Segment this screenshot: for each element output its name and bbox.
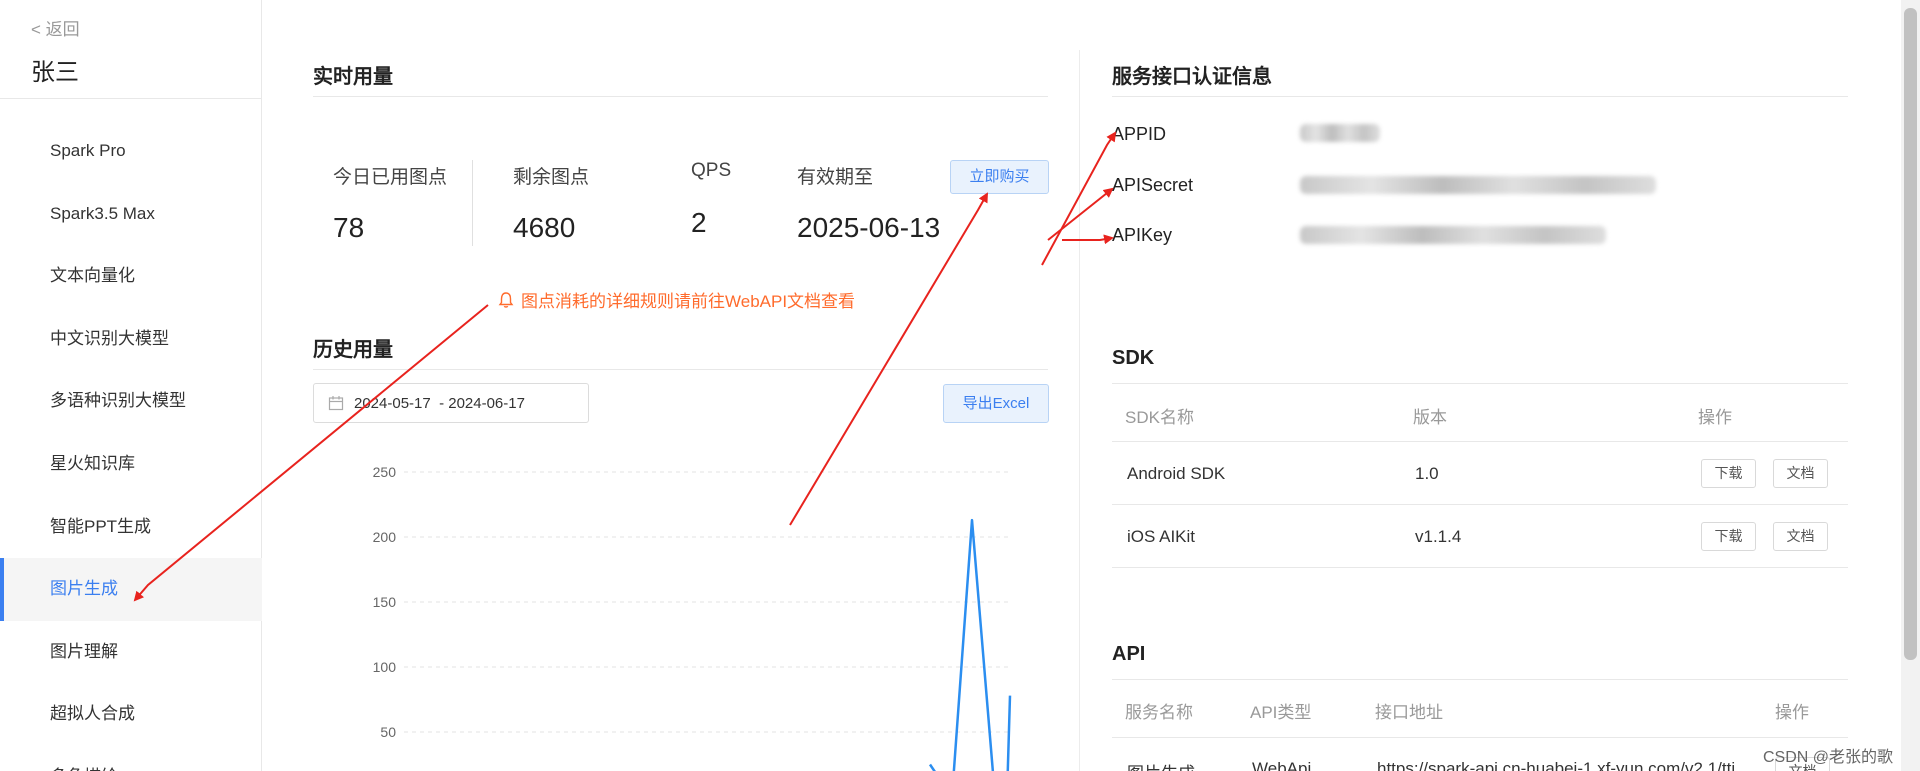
annotation-arrow-apisecret bbox=[1047, 187, 1114, 241]
api-header-divider bbox=[1112, 737, 1848, 738]
sidebar-item-spark-pro[interactable]: Spark Pro bbox=[0, 120, 262, 183]
sidebar-item-chinese-asr[interactable]: 中文识别大模型 bbox=[0, 308, 262, 371]
usage-notice: 图点消耗的详细规则请前往WebAPI文档查看 bbox=[497, 287, 855, 312]
user-name: 张三 bbox=[31, 59, 79, 86]
chart-y-tick-label: 100 bbox=[373, 659, 397, 675]
api-header-url: 接口地址 bbox=[1375, 703, 1443, 722]
apisecret-value-redacted bbox=[1300, 176, 1656, 194]
chart-series-line bbox=[928, 518, 1012, 771]
sidebar-item-text-embedding[interactable]: 文本向量化 bbox=[0, 245, 262, 308]
sdk-ios-download-button[interactable]: 下载 bbox=[1701, 522, 1756, 551]
stat-value-qps: 2 bbox=[691, 207, 707, 238]
chart-y-tick-label: 250 bbox=[373, 464, 397, 480]
sdk-row-divider-2 bbox=[1112, 567, 1848, 568]
sidebar: < 返回 张三 Spark Pro Spark3.5 Max 文本向量化 中文识… bbox=[0, 0, 262, 771]
api-row-type: WebApi bbox=[1252, 759, 1312, 771]
appid-value-redacted bbox=[1300, 124, 1380, 142]
notice-text: 图点消耗的详细规则请前往WebAPI文档查看 bbox=[521, 292, 856, 311]
api-row-url[interactable]: https://spark-api.cn-huabei-1.xf-yun.com… bbox=[1377, 759, 1747, 771]
sidebar-item-image-generation[interactable]: 图片生成 bbox=[0, 558, 262, 621]
stat-label-valid-until: 有效期至 bbox=[797, 167, 874, 188]
api-header-type: API类型 bbox=[1250, 703, 1312, 722]
sdk-row-android-name: Android SDK bbox=[1127, 464, 1226, 483]
realtime-title: 实时用量 bbox=[313, 66, 393, 88]
api-row-name: 图片生成 bbox=[1127, 759, 1195, 771]
sdk-android-download-button[interactable]: 下载 bbox=[1701, 459, 1756, 488]
panel-divider bbox=[1079, 50, 1080, 771]
annotation-arrow-apikey bbox=[1062, 234, 1114, 245]
sidebar-item-multi-role[interactable]: 多角描绘 bbox=[0, 746, 262, 771]
apikey-label: APIKey bbox=[1112, 225, 1173, 245]
sidebar-item-ppt-generation[interactable]: 智能PPT生成 bbox=[0, 496, 262, 559]
sdk-header-action: 操作 bbox=[1698, 408, 1732, 427]
export-excel-button[interactable]: 导出Excel bbox=[943, 384, 1049, 423]
sdk-header-divider bbox=[1112, 441, 1848, 442]
chart-y-tick-label: 50 bbox=[380, 724, 396, 740]
sidebar-item-knowledge-base[interactable]: 星火知识库 bbox=[0, 433, 262, 496]
realtime-divider bbox=[313, 96, 1048, 97]
chart-y-tick-label: 200 bbox=[373, 529, 397, 545]
sdk-row-ios-name: iOS AIKit bbox=[1127, 527, 1196, 546]
sdk-header-name: SDK名称 bbox=[1125, 408, 1194, 427]
api-header-name: 服务名称 bbox=[1125, 703, 1193, 722]
sdk-android-doc-button[interactable]: 文档 bbox=[1773, 459, 1828, 488]
sidebar-divider bbox=[0, 98, 262, 99]
sdk-header-version: 版本 bbox=[1413, 408, 1447, 427]
sdk-title: SDK bbox=[1112, 347, 1155, 369]
calendar-icon bbox=[328, 396, 344, 411]
apisecret-label: APISecret bbox=[1112, 175, 1194, 195]
stat-label-remaining: 剩余图点 bbox=[513, 167, 590, 188]
sidebar-item-spark35-max[interactable]: Spark3.5 Max bbox=[0, 183, 262, 246]
stat-label-used-today: 今日已用图点 bbox=[333, 167, 448, 188]
api-divider bbox=[1112, 679, 1848, 680]
stat-value-remaining: 4680 bbox=[513, 212, 576, 243]
date-range-picker[interactable]: 2024-05-17 - 2024-06-17 bbox=[313, 383, 589, 423]
sidebar-item-hyper-tts[interactable]: 超拟人合成 bbox=[0, 683, 262, 746]
auth-title: 服务接口认证信息 bbox=[1112, 66, 1272, 88]
stat-value-used-today: 78 bbox=[333, 212, 365, 243]
stat-divider bbox=[472, 160, 473, 246]
sdk-row-ios-version: v1.1.4 bbox=[1415, 527, 1462, 546]
sdk-divider bbox=[1112, 383, 1848, 384]
watermark: CSDN @老张的歌 bbox=[1763, 749, 1894, 766]
back-link[interactable]: < 返回 bbox=[31, 15, 80, 40]
sidebar-nav: Spark Pro Spark3.5 Max 文本向量化 中文识别大模型 多语种… bbox=[0, 120, 262, 771]
usage-line-chart: 50 100 150 200 250 bbox=[373, 464, 1012, 771]
auth-divider bbox=[1112, 96, 1848, 97]
bell-icon bbox=[498, 291, 514, 308]
date-range-value: 2024-05-17 - 2024-06-17 bbox=[354, 394, 525, 412]
api-title: API bbox=[1112, 643, 1146, 665]
page: < 返回 张三 Spark Pro Spark3.5 Max 文本向量化 中文识… bbox=[0, 0, 1920, 771]
history-title: 历史用量 bbox=[313, 339, 393, 361]
scrollbar-thumb[interactable] bbox=[1904, 8, 1917, 660]
sidebar-item-multilingual-asr[interactable]: 多语种识别大模型 bbox=[0, 370, 262, 433]
sidebar-item-image-understanding[interactable]: 图片理解 bbox=[0, 621, 262, 684]
sdk-ios-doc-button[interactable]: 文档 bbox=[1773, 522, 1828, 551]
sdk-row-android-version: 1.0 bbox=[1415, 464, 1439, 483]
apikey-value-redacted bbox=[1300, 226, 1606, 244]
api-header-action: 操作 bbox=[1775, 703, 1809, 722]
buy-now-button[interactable]: 立即购买 bbox=[950, 160, 1049, 194]
sdk-row-divider bbox=[1112, 504, 1848, 505]
history-divider bbox=[313, 369, 1048, 370]
appid-label: APPID bbox=[1112, 124, 1167, 144]
stat-value-valid-until: 2025-06-13 bbox=[797, 212, 941, 243]
chart-y-tick-label: 150 bbox=[373, 594, 397, 610]
stat-label-qps: QPS bbox=[691, 160, 732, 181]
